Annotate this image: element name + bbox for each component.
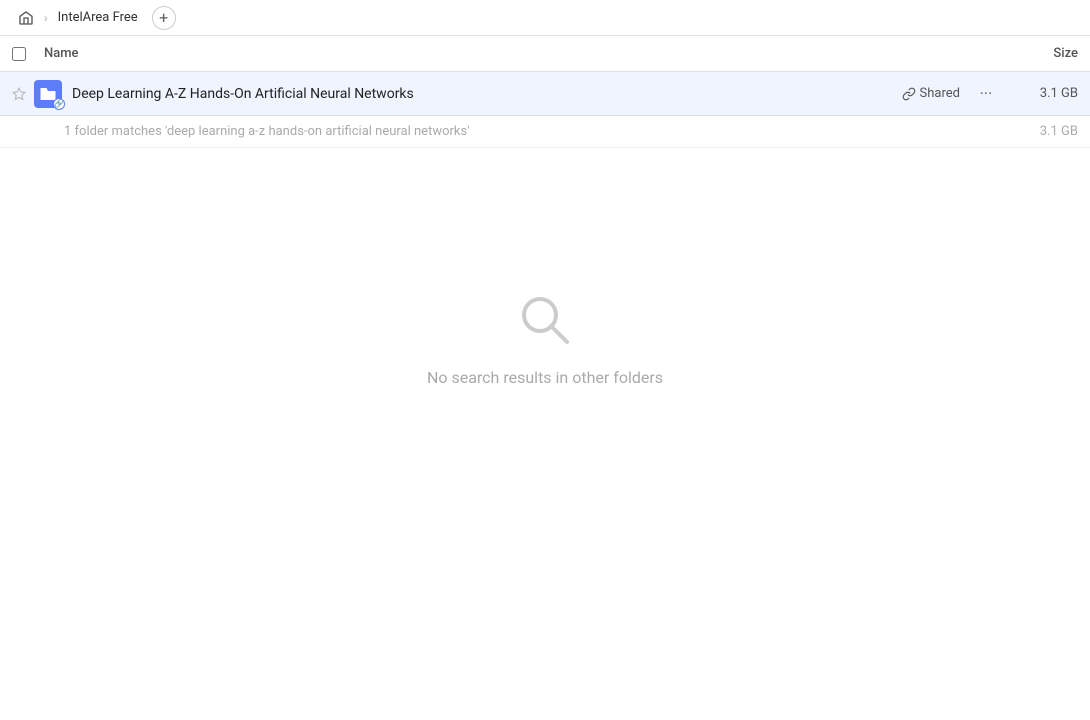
empty-state-text: No search results in other folders — [427, 368, 663, 387]
table-header: Name Size — [0, 36, 1090, 72]
folder-badge: 🔗 — [53, 98, 65, 110]
folder-icon-wrap: 🔗 — [32, 80, 64, 108]
breadcrumb-add-button[interactable]: + — [152, 6, 176, 30]
header-size: Size — [998, 46, 1078, 61]
empty-search-icon — [513, 288, 577, 352]
breadcrumb-home[interactable] — [12, 8, 40, 28]
breadcrumb-current[interactable]: IntelArea Free — [52, 8, 144, 27]
summary-row: 1 folder matches 'deep learning a-z hand… — [0, 116, 1090, 148]
file-size: 3.1 GB — [1008, 86, 1078, 101]
file-row[interactable]: 🔗 Deep Learning A-Z Hands-On Artificial … — [0, 72, 1090, 116]
more-options-button[interactable]: ··· — [972, 80, 1000, 108]
breadcrumb-bar: › IntelArea Free + — [0, 0, 1090, 36]
header-checkbox-wrap — [12, 47, 44, 61]
summary-text: 1 folder matches 'deep learning a-z hand… — [64, 124, 1008, 139]
star-icon[interactable] — [12, 87, 32, 101]
breadcrumb-separator: › — [44, 11, 48, 25]
shared-badge: Shared — [902, 86, 960, 101]
select-all-checkbox[interactable] — [12, 47, 26, 61]
empty-state: No search results in other folders — [0, 288, 1090, 387]
header-name: Name — [44, 46, 998, 61]
file-name: Deep Learning A-Z Hands-On Artificial Ne… — [64, 86, 902, 102]
summary-size: 3.1 GB — [1008, 124, 1078, 139]
